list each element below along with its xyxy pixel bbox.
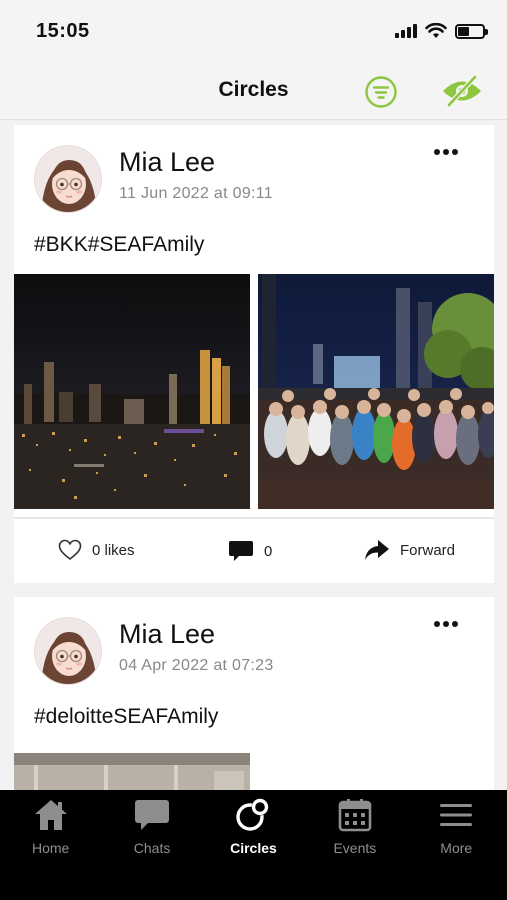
- chat-icon: [135, 800, 170, 830]
- comment-icon: [229, 541, 253, 561]
- post-author[interactable]: Mia Lee: [119, 619, 215, 650]
- divider: [14, 517, 494, 519]
- wifi-icon: [425, 23, 447, 38]
- more-options-icon[interactable]: [434, 147, 458, 157]
- app-header: Circles: [0, 62, 507, 120]
- eye-off-icon[interactable]: [440, 74, 484, 108]
- post-date: 04 Apr 2022 at 07:23: [119, 657, 274, 674]
- post-date: 11 Jun 2022 at 09:11: [119, 185, 273, 202]
- tab-label: Home: [32, 840, 70, 856]
- tab-bar: Home Chats Circles Events More: [0, 790, 507, 900]
- comment-button[interactable]: 0: [228, 539, 272, 563]
- forward-icon: [365, 540, 389, 560]
- feed[interactable]: Mia Lee 11 Jun 2022 at 09:11 #BKK#SEAFAm…: [0, 121, 507, 790]
- home-icon: [34, 800, 67, 830]
- avatar[interactable]: [34, 145, 102, 213]
- heart-icon: [58, 539, 82, 561]
- post-card: Mia Lee 11 Jun 2022 at 09:11 #BKK#SEAFAm…: [14, 125, 494, 583]
- tab-circles[interactable]: Circles: [208, 796, 298, 900]
- comments-count: 0: [264, 542, 273, 560]
- tab-events[interactable]: Events: [310, 796, 400, 900]
- forward-label: Forward: [400, 541, 456, 559]
- post-photo[interactable]: [14, 753, 250, 790]
- tab-label: More: [440, 840, 473, 856]
- page-title: Circles: [218, 78, 289, 101]
- status-time: 15:05: [36, 19, 90, 42]
- post-text: #BKK#SEAFAmily: [34, 233, 205, 256]
- like-button[interactable]: 0 likes: [58, 539, 135, 561]
- tab-label: Chats: [133, 840, 171, 856]
- tab-home[interactable]: Home: [6, 796, 96, 900]
- likes-count: 0 likes: [92, 541, 135, 559]
- calendar-icon: [338, 799, 372, 832]
- post-card: Mia Lee 04 Apr 2022 at 07:23 #deloitteSE…: [14, 597, 494, 790]
- post-photo[interactable]: [258, 274, 494, 509]
- tab-label: Events: [333, 840, 377, 856]
- avatar[interactable]: [34, 617, 102, 685]
- status-icons: [395, 23, 488, 39]
- signal-icon: [395, 24, 417, 38]
- post-author[interactable]: Mia Lee: [119, 147, 215, 178]
- menu-icon: [440, 804, 473, 826]
- status-bar: 15:05: [0, 0, 507, 62]
- tab-chats[interactable]: Chats: [107, 796, 197, 900]
- tab-label: Circles: [230, 840, 277, 856]
- battery-icon: [455, 23, 488, 39]
- forward-button[interactable]: Forward: [364, 539, 455, 561]
- post-text: #deloitteSEAFAmily: [34, 705, 219, 728]
- post-photo[interactable]: [14, 274, 250, 509]
- tab-more[interactable]: More: [411, 796, 501, 900]
- circles-icon: [236, 798, 269, 831]
- more-options-icon[interactable]: [434, 619, 458, 629]
- filter-icon[interactable]: [364, 75, 398, 109]
